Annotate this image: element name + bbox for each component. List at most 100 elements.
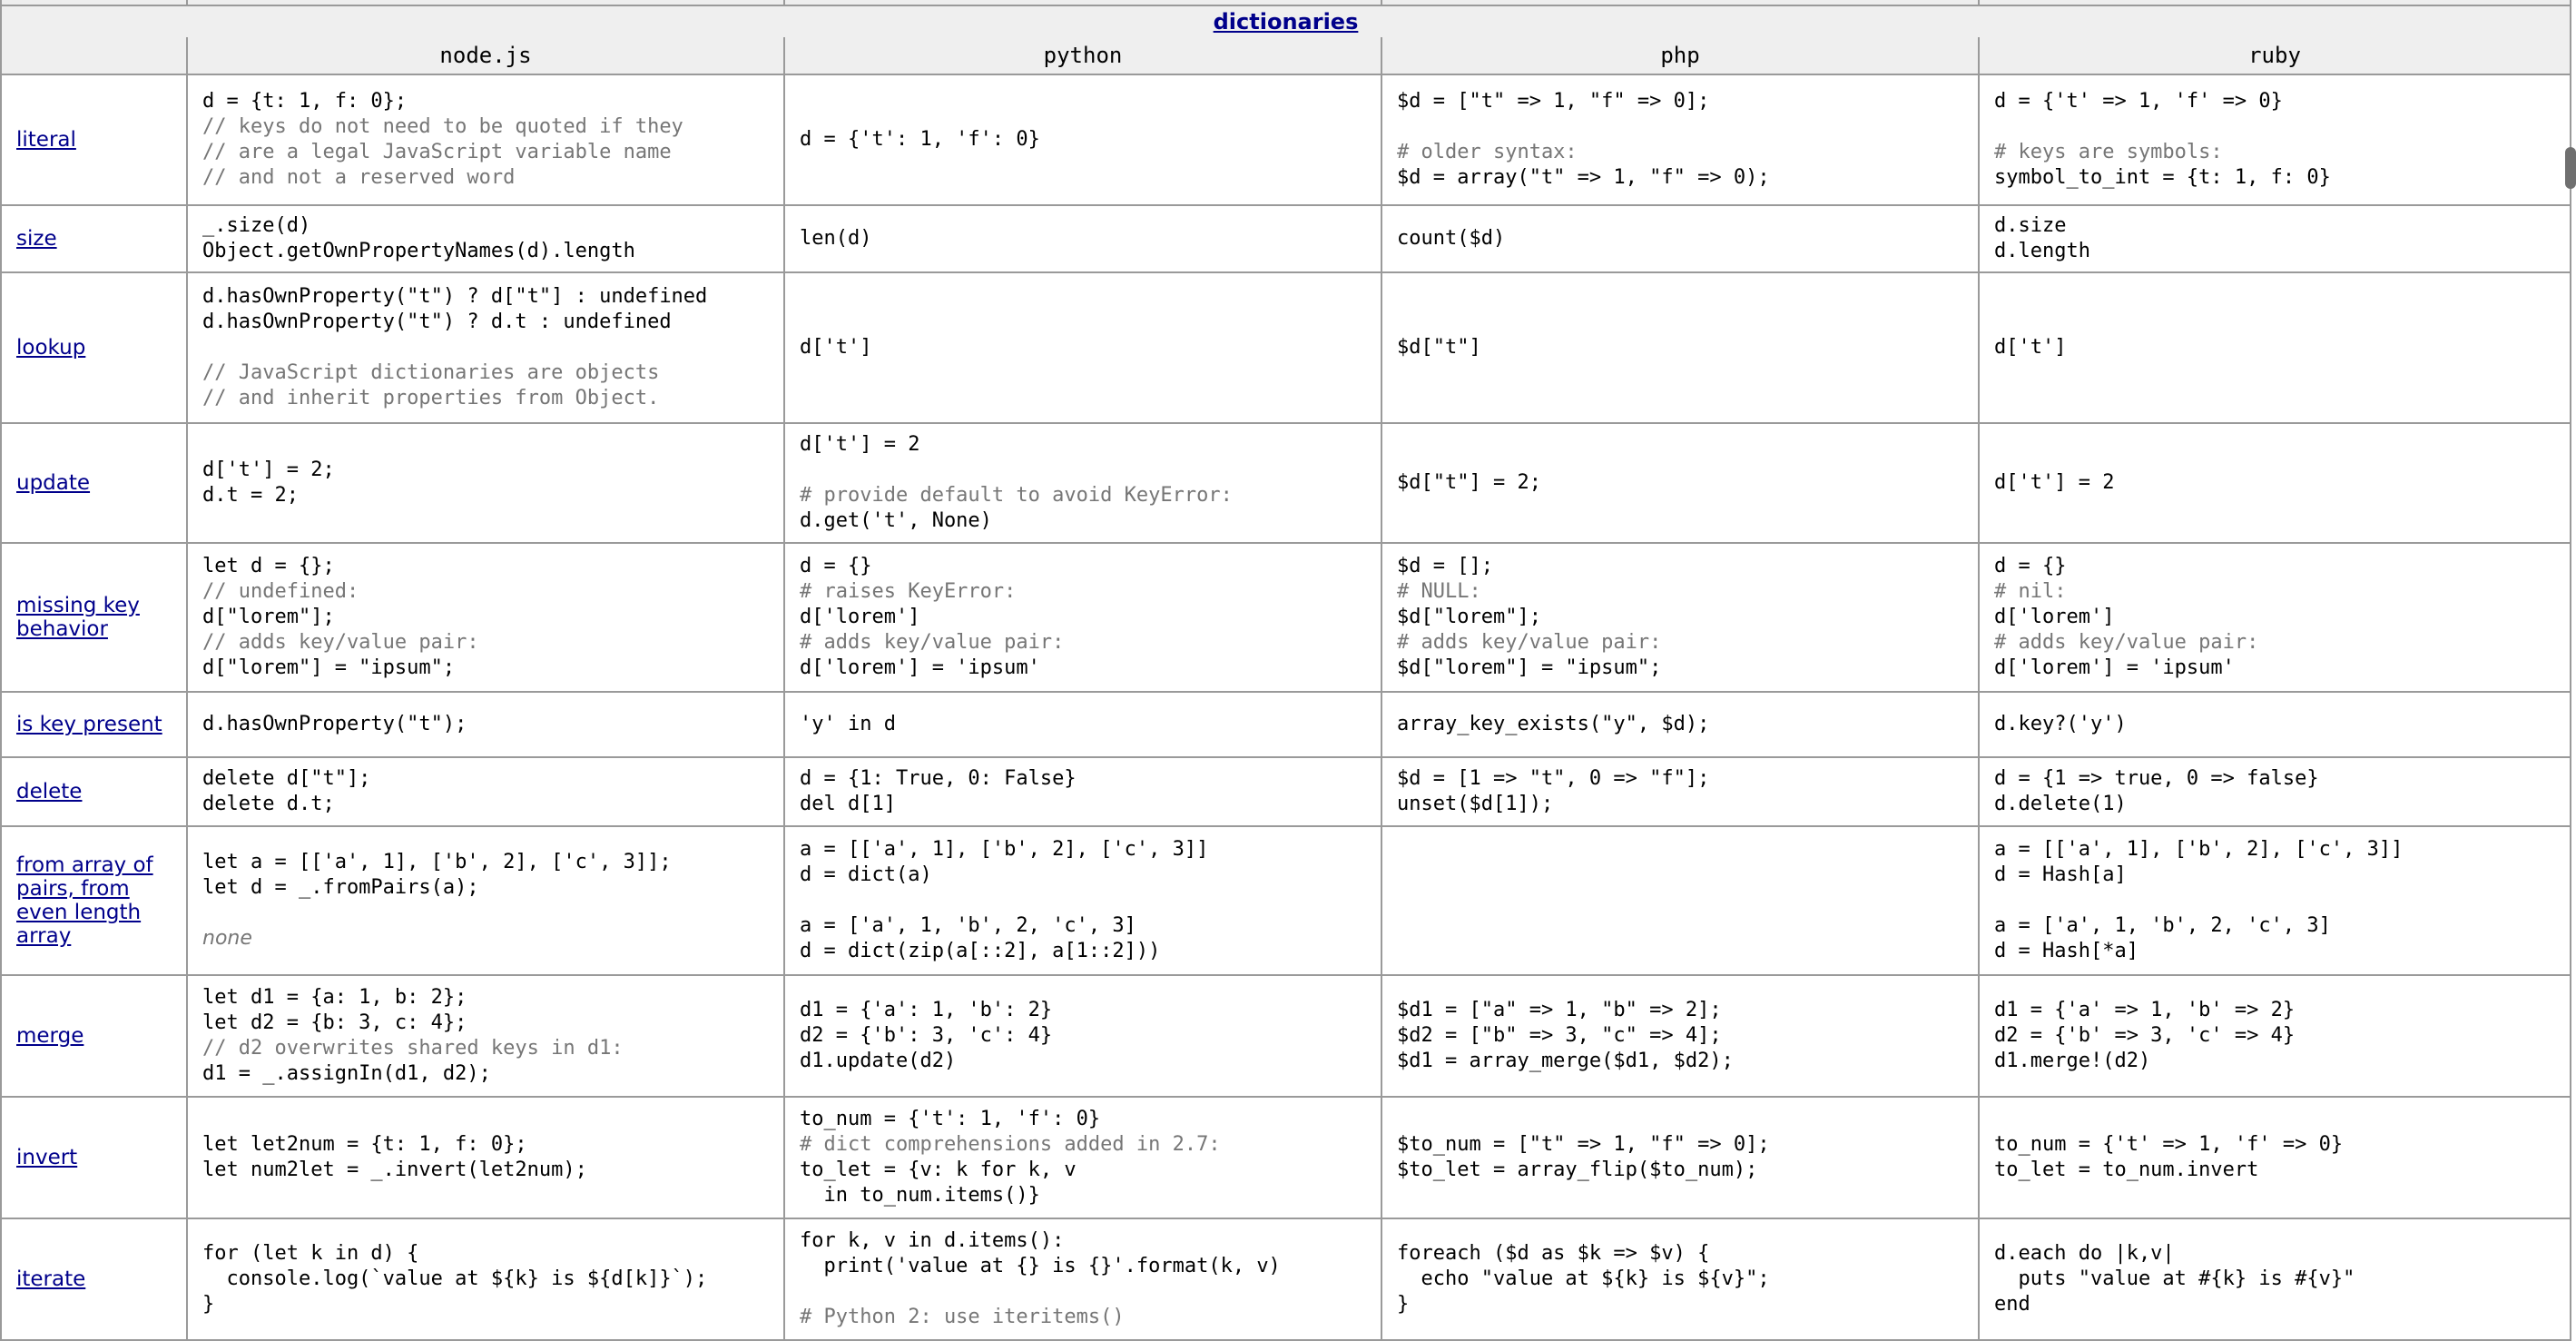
code-line: $d = [];	[1397, 555, 1493, 577]
table-row: lookup d.hasOwnProperty("t") ? d["t"] : u…	[0, 271, 2571, 424]
code-cell-python: d = {} # raises KeyError: d['lorem'] # adds…	[783, 542, 1382, 693]
scrollbar-thumb[interactable]	[2565, 147, 2576, 189]
code-line: for (let k in d) {	[202, 1242, 419, 1265]
feature-link[interactable]: literal	[16, 128, 172, 152]
code-line: $d = [1 => "t", 0 => "f"];	[1397, 767, 1710, 790]
code-line: end	[1994, 1293, 2030, 1316]
code-comment-line: // d2 overwrites shared keys in d1:	[202, 1037, 624, 1060]
code-line: $d1 = ["a" => 1, "b" => 2];	[1397, 999, 1722, 1021]
code-cell-nodejs: d = {t: 1, f: 0};// keys do not need to …	[186, 74, 785, 206]
code-line: to_num = {'t': 1, 'f': 0}	[800, 1108, 1101, 1130]
feature-link[interactable]: from array of pairs, from even length ar…	[16, 853, 172, 948]
table-row: from array of pairs, from even length ar…	[0, 825, 2571, 976]
code-cell-python: len(d)	[783, 204, 1382, 273]
feature-link[interactable]: iterate	[16, 1267, 172, 1291]
feature-link[interactable]: is key present	[16, 713, 172, 736]
code-line: a = ['a', 1, 'b', 2, 'c', 3]	[1994, 914, 2331, 937]
feature-link[interactable]: invert	[16, 1146, 172, 1169]
feature-cell: update	[0, 422, 188, 544]
code-cell-php: count($d)	[1381, 204, 1980, 273]
code-cell-php: $d1 = ["a" => 1, "b" => 2]; $d2 = ["b" =>…	[1381, 974, 1980, 1098]
code-line: a = [['a', 1], ['b', 2], ['c', 3]]	[800, 838, 1209, 861]
feature-link[interactable]: lookup	[16, 336, 172, 360]
code-cell-ruby: d.size d.length	[1978, 204, 2571, 273]
code-comment-line: # raises KeyError:	[800, 580, 1017, 603]
code-line: d['t'] = 2	[800, 433, 920, 456]
code-cell-ruby: to_num = {'t' => 1, 'f' => 0} to_let = to…	[1978, 1096, 2571, 1219]
feature-link[interactable]: update	[16, 471, 172, 495]
code-line: let d = {};	[202, 555, 335, 577]
table-row: merge let d1 = {a: 1, b: 2}; let d2 = {b: …	[0, 974, 2571, 1098]
code-cell-python: a = [['a', 1], ['b', 2], ['c', 3]] d = di…	[783, 825, 1382, 976]
code-cell-nodejs: let d = {}; // undefined: d["lorem"]; // ad…	[186, 542, 785, 693]
code-line: to_let = {v: k for k, v	[800, 1159, 1077, 1181]
code-line: d = dict(zip(a[::2], a[1::2]))	[800, 940, 1161, 962]
code-line: d = dict(a)	[800, 863, 932, 886]
code-line: $to_let = array_flip($to_num);	[1397, 1159, 1758, 1181]
code-line: }	[1397, 1293, 1410, 1316]
code-line: for k, v in d.items():	[800, 1229, 1065, 1252]
feature-link[interactable]: size	[16, 227, 172, 251]
code-line: d['t'] = 2	[1994, 471, 2115, 494]
table-row: literal d = {t: 1, f: 0};// keys do not n…	[0, 74, 2571, 206]
code-line: console.log(`value at ${k} is ${d[k]}`);	[202, 1267, 708, 1290]
code-line: let num2let = _.invert(let2num);	[202, 1159, 587, 1181]
code-comment-line: // and inherit properties from Object.	[202, 387, 660, 409]
code-line: d.size	[1994, 214, 2067, 237]
feature-cell: size	[0, 204, 188, 273]
code-cell-python: d['t'] = 2 # provide default to avoid Ke…	[783, 422, 1382, 544]
code-line: d1 = {'a' => 1, 'b' => 2}	[1994, 999, 2296, 1021]
code-line: $d1 = array_merge($d1, $d2);	[1397, 1050, 1734, 1072]
code-line: d = {1 => true, 0 => false}	[1994, 767, 2319, 790]
feature-link[interactable]: delete	[16, 780, 172, 804]
code-cell-python: d1 = {'a': 1, 'b': 2} d2 = {'b': 3, 'c': …	[783, 974, 1382, 1098]
feature-cell: from array of pairs, from even length ar…	[0, 825, 188, 976]
code-line: echo "value at ${k} is ${v}";	[1397, 1267, 1770, 1290]
code-line: d2 = {'b' => 3, 'c' => 4}	[1994, 1024, 2296, 1047]
code-comment-line: // JavaScript dictionaries are objects	[202, 361, 660, 384]
code-line: let d1 = {a: 1, b: 2};	[202, 986, 467, 1009]
code-cell-nodejs: for (let k in d) { console.log(`value at…	[186, 1218, 785, 1341]
feature-cell: iterate	[0, 1218, 188, 1341]
feature-cell: merge	[0, 974, 188, 1098]
feature-link[interactable]: missing key behavior	[16, 594, 172, 641]
code-comment-line: // undefined:	[202, 580, 359, 603]
code-comment-line: // keys do not need to be quoted if they	[202, 115, 683, 138]
code-cell-nodejs: let let2num = {t: 1, f: 0}; let num2let =…	[186, 1096, 785, 1219]
section-title-link[interactable]: dictionaries	[1214, 9, 1359, 35]
feature-cell: invert	[0, 1096, 188, 1219]
code-line: len(d)	[800, 227, 872, 250]
language-header-nodejs: node.js	[186, 37, 785, 75]
code-line: }	[202, 1293, 215, 1316]
code-line: _.size(d)	[202, 214, 311, 237]
code-cell-python: d = {'t': 1, 'f': 0}	[783, 74, 1382, 206]
code-line: d = {t: 1, f: 0};	[202, 90, 408, 113]
feature-cell: lookup	[0, 271, 188, 424]
table-row: is key present d.hasOwnProperty("t"); 'y' …	[0, 691, 2571, 758]
code-comment-line: # adds key/value pair:	[1994, 631, 2259, 654]
code-line: d1 = _.assignIn(d1, d2);	[202, 1062, 491, 1085]
language-header-python: python	[783, 37, 1382, 75]
code-line: a = [['a', 1], ['b', 2], ['c', 3]]	[1994, 838, 2404, 861]
code-cell-nodejs: let d1 = {a: 1, b: 2}; let d2 = {b: 3, c:…	[186, 974, 785, 1098]
code-cell-ruby: d1 = {'a' => 1, 'b' => 2} d2 = {'b' => 3,…	[1978, 974, 2571, 1098]
code-line: d = {}	[1994, 555, 2067, 577]
table-row: update d['t'] = 2; d.t = 2; d['t'] = 2 # pr…	[0, 422, 2571, 544]
code-line: print('value at {} is {}'.format(k, v)	[800, 1255, 1281, 1277]
code-line: $d["t"] = 2;	[1397, 471, 1541, 494]
feature-link[interactable]: merge	[16, 1024, 172, 1048]
code-cell-nodejs: delete d["t"]; delete d.t;	[186, 756, 785, 827]
code-cell-nodejs: d.hasOwnProperty("t");	[186, 691, 785, 758]
code-line: let let2num = {t: 1, f: 0};	[202, 1133, 527, 1156]
code-line: d = {1: True, 0: False}	[800, 767, 1077, 790]
code-comment-line: # keys are symbols:	[1994, 141, 2223, 163]
code-line: d.hasOwnProperty("t");	[202, 713, 467, 735]
table-body: dictionaries node.js python php ruby lit…	[0, 0, 2571, 1341]
table-row: delete delete d["t"]; delete d.t; d = {1: T…	[0, 756, 2571, 827]
code-line: del d[1]	[800, 793, 896, 815]
code-cell-ruby: d = {} # nil: d['lorem'] # adds key/value p…	[1978, 542, 2571, 693]
